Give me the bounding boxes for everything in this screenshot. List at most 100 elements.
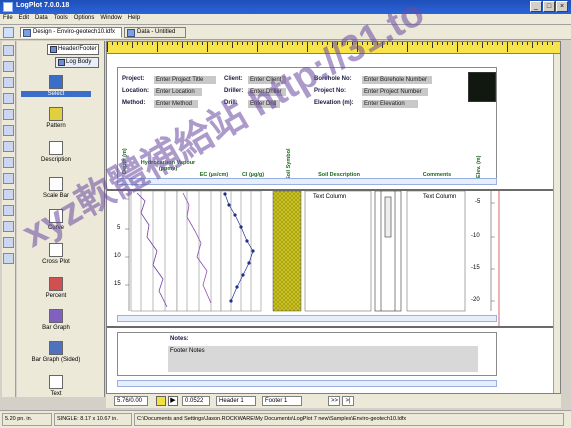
ruler-tick	[532, 42, 533, 48]
design-tab-icon	[23, 29, 31, 37]
project-no-field[interactable]: Enter Project Number	[362, 88, 428, 96]
palette-percent[interactable]: Percent	[21, 277, 91, 299]
body-scrollbar[interactable]	[117, 315, 497, 322]
location-field[interactable]: Enter Location	[154, 88, 202, 96]
design-mode-icon[interactable]	[3, 27, 14, 38]
elevation-track	[490, 191, 495, 311]
ruler-tick	[367, 42, 368, 45]
select-arrow-icon	[49, 75, 63, 89]
drill-field[interactable]: Enter Drill	[248, 100, 280, 108]
preview-icon[interactable]	[3, 157, 14, 168]
zoom-out-icon[interactable]	[3, 253, 14, 264]
new-icon[interactable]	[3, 45, 14, 56]
ruler-tick	[107, 42, 108, 52]
ruler-tick	[352, 42, 353, 45]
ruler-tick	[467, 42, 468, 45]
header-footer-button[interactable]: Header/Footer	[47, 44, 99, 55]
footer-select[interactable]: Footer 1	[262, 396, 302, 406]
cursor-position: 5.20 pn. in.	[2, 413, 52, 426]
client-field[interactable]: Enter Client	[248, 76, 286, 84]
log-footer[interactable]: Notes: Footer Notes	[107, 326, 560, 392]
import-icon[interactable]	[3, 77, 14, 88]
copy-icon[interactable]	[3, 189, 14, 200]
palette-bar-graph[interactable]: Bar Graph	[21, 309, 91, 331]
project-field[interactable]: Enter Project Title	[154, 76, 216, 84]
undo-icon[interactable]	[3, 221, 14, 232]
tab-design[interactable]: Design - Enviro-geotech10.ldfx	[20, 27, 122, 38]
paste-icon[interactable]	[3, 205, 14, 216]
elevation-label: Elevation (m):	[314, 100, 354, 106]
header-scrollbar[interactable]	[117, 178, 497, 185]
data-tab-icon	[127, 29, 135, 37]
item-palette: Header/Footer Log Body Select Pattern De…	[17, 41, 105, 397]
ruler-tick	[262, 42, 263, 45]
palette-select[interactable]: Select	[21, 75, 91, 97]
zoom-in-icon[interactable]	[3, 237, 14, 248]
ruler-tick	[182, 42, 183, 48]
save-icon[interactable]	[3, 93, 14, 104]
play-icon[interactable]: ▶	[168, 396, 178, 406]
palette-curve[interactable]: Curve	[21, 209, 91, 231]
ruler-tick	[312, 42, 313, 45]
ruler-tick	[192, 42, 193, 45]
log-body-button[interactable]: Log Body	[55, 57, 99, 68]
canvas-vertical-scrollbar[interactable]	[553, 54, 560, 393]
footer-box[interactable]: Notes: Footer Notes	[117, 332, 497, 376]
menu-file[interactable]: File	[0, 14, 16, 22]
design-canvas[interactable]: Project: Enter Project Title Location: E…	[106, 41, 561, 394]
menu-window[interactable]: Window	[97, 14, 124, 22]
title-bar: LogPlot 7.0.0.18 _ □ ×	[0, 0, 571, 14]
menu-edit[interactable]: Edit	[16, 14, 32, 22]
elevation-field[interactable]: Enter Elevation	[362, 100, 418, 108]
properties-icon[interactable]	[3, 141, 14, 152]
palette-scale-bar[interactable]: Scale Bar	[21, 177, 91, 199]
ruler-tick	[382, 42, 383, 48]
export-icon[interactable]	[3, 125, 14, 136]
palette-description[interactable]: Description	[21, 141, 91, 163]
horizontal-ruler[interactable]	[107, 42, 560, 54]
ruler-tick	[472, 42, 473, 45]
maximize-button[interactable]: □	[543, 1, 555, 12]
ruler-tick	[327, 42, 328, 45]
next-page-button[interactable]: >>	[328, 396, 340, 406]
elev-col-header: Elev. (m)	[476, 155, 482, 178]
method-field[interactable]: Enter Method	[154, 100, 198, 108]
menu-tools[interactable]: Tools	[51, 14, 71, 22]
borehole-field[interactable]: Enter Borehole Number	[362, 76, 432, 84]
minimize-button[interactable]: _	[530, 1, 542, 12]
print-icon[interactable]	[3, 109, 14, 120]
open-icon[interactable]	[3, 61, 14, 72]
ruler-tick	[552, 42, 553, 45]
scale-input[interactable]: 0.0522	[182, 396, 210, 406]
curve-icon	[49, 209, 63, 223]
footer-notes-field[interactable]: Footer Notes	[168, 346, 478, 372]
driller-field[interactable]: Enter Driller	[248, 88, 286, 96]
header-select[interactable]: Header 1	[216, 396, 256, 406]
driller-label: Driller:	[224, 88, 244, 94]
tab-data[interactable]: Data - Untitled	[124, 27, 186, 38]
palette-bar-graph-sided[interactable]: Bar Graph (Sided)	[21, 341, 91, 363]
ruler-tick	[172, 42, 173, 45]
header-footer-icon	[50, 46, 57, 53]
cut-icon[interactable]	[3, 173, 14, 184]
menu-help[interactable]: Help	[125, 14, 143, 22]
drill-label: Drill:	[224, 100, 238, 106]
log-header[interactable]: Project: Enter Project Title Location: E…	[117, 67, 497, 184]
palette-text[interactable]: Text	[21, 375, 91, 397]
scale-bar-icon	[49, 177, 63, 191]
close-button[interactable]: ×	[556, 1, 568, 12]
ruler-tick	[527, 42, 528, 45]
ruler-tick	[277, 42, 278, 45]
elev-tick-15: -15	[471, 265, 480, 271]
palette-cross-plot[interactable]: Cross Plot	[21, 243, 91, 265]
footer-scrollbar[interactable]	[117, 380, 497, 387]
palette-pattern[interactable]: Pattern	[21, 107, 91, 129]
menu-options[interactable]: Options	[71, 14, 98, 22]
last-page-button[interactable]: >|	[342, 396, 354, 406]
curve-tracks	[130, 190, 262, 312]
file-path: C:\Documents and Settings\Jason.ROCKWARE…	[134, 413, 564, 426]
well-construction	[374, 190, 402, 312]
menu-data[interactable]: Data	[32, 14, 51, 22]
log-body[interactable]: 5 10 15 -5 -10 -15 -20 Text Column Text …	[107, 189, 560, 326]
pattern-swatch-icon[interactable]	[156, 396, 166, 406]
